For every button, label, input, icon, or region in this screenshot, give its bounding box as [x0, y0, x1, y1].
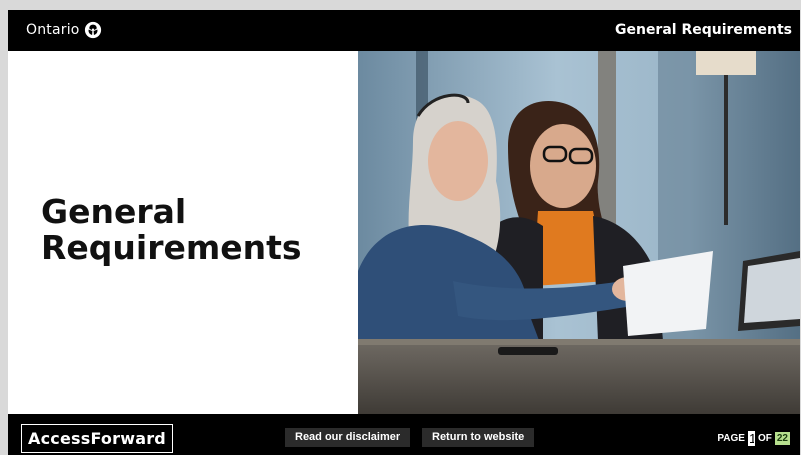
- slide-frame: Ontario General Requirements General Req…: [8, 10, 800, 455]
- brand-logo[interactable]: AccessForward: [21, 424, 173, 453]
- title-panel: General Requirements: [8, 51, 358, 414]
- hero-photo: [358, 51, 800, 414]
- return-to-website-button[interactable]: Return to website: [422, 428, 535, 447]
- ontario-logo[interactable]: Ontario: [26, 21, 102, 39]
- logo-text: Ontario: [26, 22, 80, 38]
- page-title-line-1: General: [41, 192, 187, 231]
- hero-photo-image: [358, 51, 800, 414]
- page-title-line-2: Requirements: [41, 228, 302, 267]
- header-bar: Ontario General Requirements: [8, 10, 800, 51]
- page-total: 22: [774, 432, 790, 445]
- page-label: PAGE: [717, 433, 745, 444]
- of-label: OF: [757, 433, 772, 444]
- page-title: General Requirements: [41, 194, 302, 266]
- footer-bar: AccessForward Read our disclaimer Return…: [8, 414, 800, 455]
- disclaimer-button[interactable]: Read our disclaimer: [285, 428, 411, 447]
- page-number-input[interactable]: [747, 431, 755, 446]
- page-indicator: PAGE OF 22: [717, 431, 790, 446]
- header-title: General Requirements: [614, 22, 792, 38]
- trillium-icon: [84, 21, 101, 39]
